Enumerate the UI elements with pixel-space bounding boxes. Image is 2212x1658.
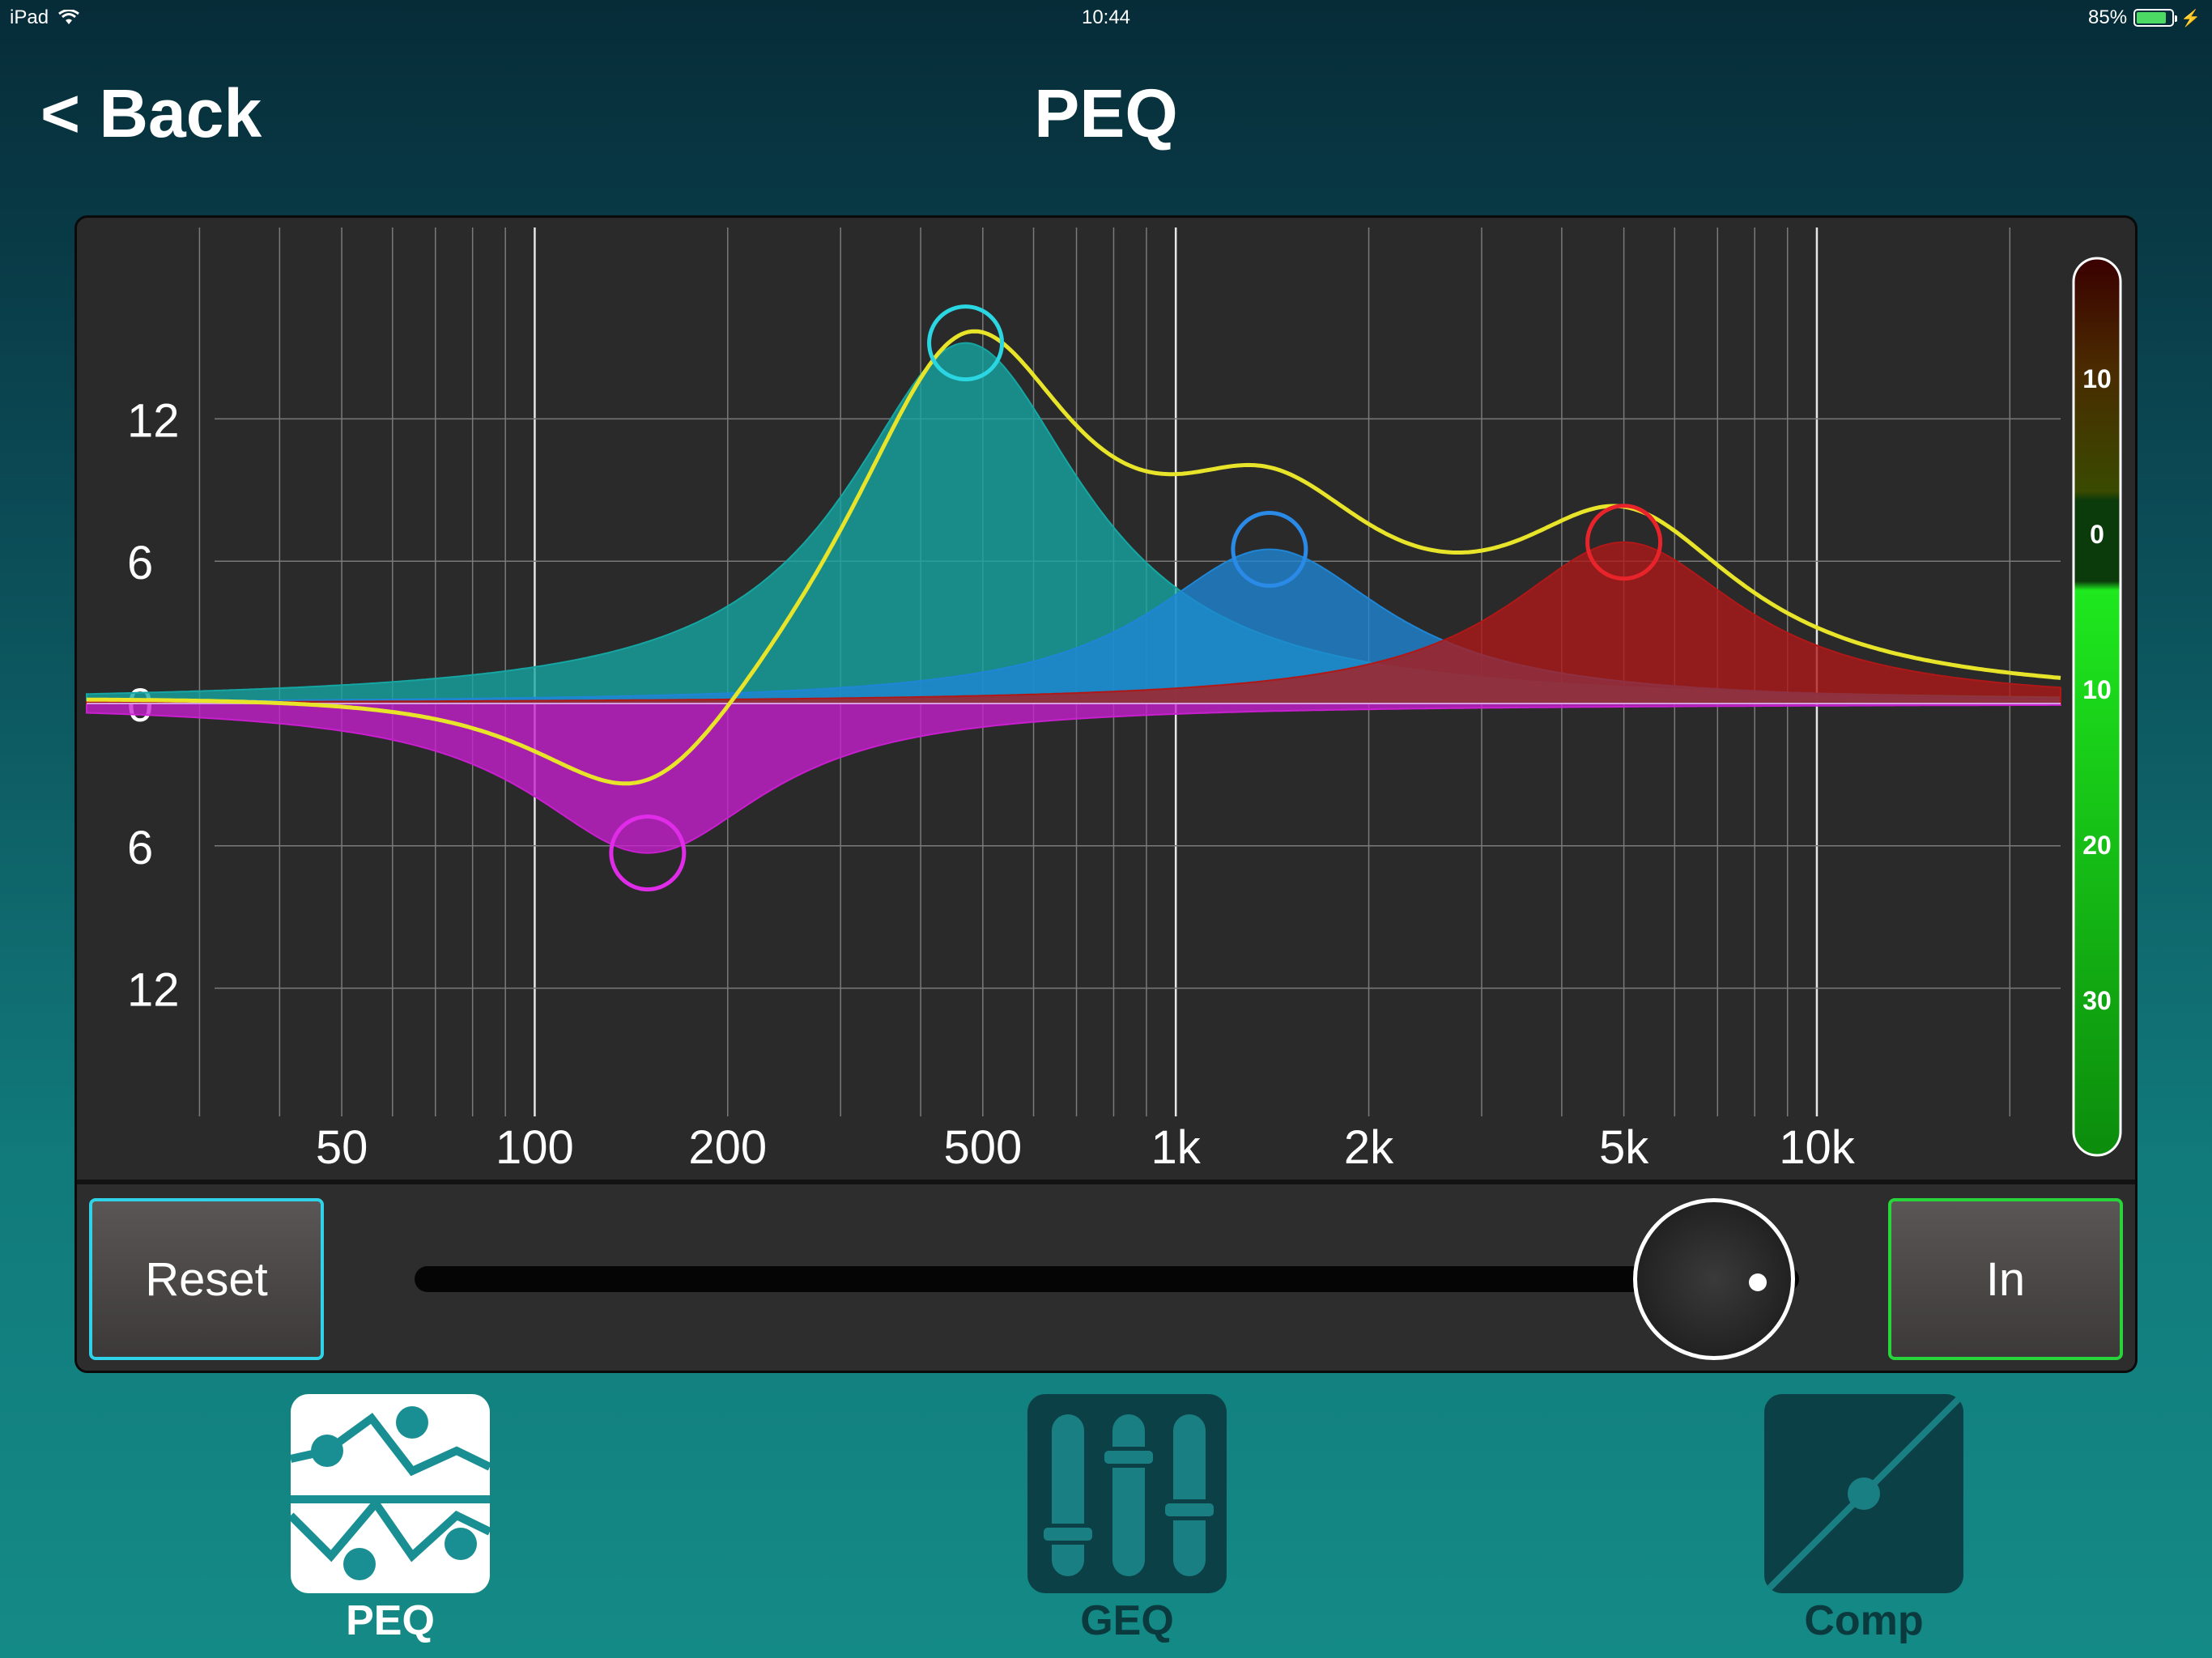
- freq-label: 1k: [1151, 1121, 1202, 1174]
- freq-label: 5k: [1599, 1121, 1649, 1174]
- meter-label: 0: [2090, 520, 2104, 549]
- meter-label: 20: [2082, 831, 2112, 860]
- gain-label: 12: [127, 394, 180, 447]
- reset-button[interactable]: Reset: [89, 1198, 324, 1360]
- geq-icon: [1027, 1394, 1227, 1593]
- band-fill-band-1: [86, 703, 2061, 854]
- status-bar: iPad 10:44 85% ⚡: [0, 0, 2212, 36]
- eq-graph[interactable]: 1260612501002005001k2k5k10k100102030: [77, 218, 2138, 1180]
- gain-label: 6: [127, 822, 153, 874]
- tab-comp[interactable]: Comp: [1763, 1394, 1965, 1645]
- freq-label: 100: [496, 1121, 574, 1174]
- slider-track[interactable]: [415, 1266, 1799, 1292]
- freq-label: 10k: [1779, 1121, 1856, 1174]
- freq-label: 200: [688, 1121, 767, 1174]
- status-right: 85% ⚡: [2088, 6, 2201, 29]
- charging-icon: ⚡: [2180, 9, 2201, 28]
- meter-label: 30: [2082, 986, 2112, 1015]
- meter-label: 10: [2082, 364, 2112, 393]
- tab-label: PEQ: [346, 1597, 435, 1644]
- freq-label: 50: [316, 1121, 368, 1174]
- freq-label: 2k: [1344, 1121, 1394, 1174]
- tab-peq[interactable]: PEQ: [289, 1394, 491, 1645]
- tab-label: GEQ: [1080, 1597, 1174, 1644]
- battery-icon: [2133, 9, 2178, 27]
- eq-panel: 1260612501002005001k2k5k10k100102030: [74, 215, 2138, 1373]
- peq-icon: [291, 1394, 490, 1593]
- freq-label: 500: [943, 1121, 1022, 1174]
- knob-indicator: [1748, 1273, 1767, 1291]
- battery-percent: 85%: [2088, 6, 2128, 28]
- page-title: PEQ: [1034, 75, 1178, 151]
- meter-label: 10: [2082, 675, 2112, 704]
- status-time: 10:44: [1081, 6, 1131, 28]
- gain-label: 6: [127, 537, 153, 589]
- in-button[interactable]: In: [1888, 1198, 2123, 1360]
- tab-geq[interactable]: GEQ: [1026, 1394, 1228, 1645]
- tab-label: Comp: [1804, 1597, 1924, 1644]
- slider-knob[interactable]: [1632, 1198, 1795, 1360]
- gain-label: 12: [127, 964, 180, 1017]
- comp-icon: [1764, 1394, 1963, 1593]
